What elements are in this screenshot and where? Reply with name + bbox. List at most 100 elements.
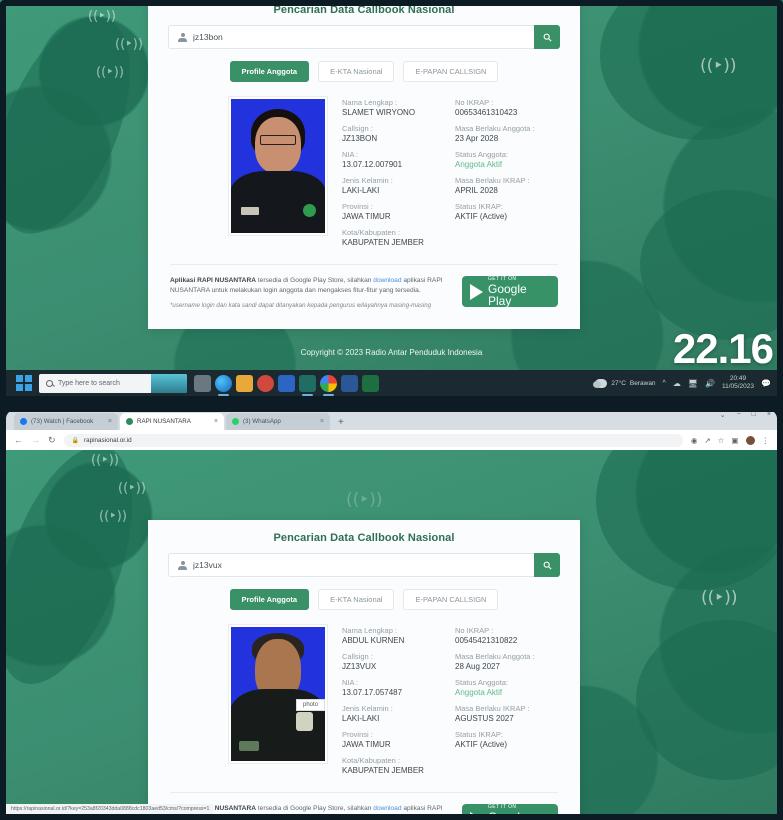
radio-tower-icon: ((‣)) [701,588,738,608]
label-kota: Kota/Kabupaten : [342,756,400,765]
screenshot-root: ((‣)) ((‣)) ((‣)) ((‣)) ((‣)) Pencarian … [0,0,783,820]
search-icon [543,561,552,570]
weather-desc: Berawan [629,379,656,387]
maximize-icon[interactable]: □ [752,411,756,419]
value-callsign: JZ13VUX [342,662,377,671]
profile-avatar[interactable] [745,435,755,445]
user-icon [178,560,187,570]
label-kota: Kota/Kabupaten : [342,228,400,237]
taskbar-icon-task-view[interactable] [194,374,211,392]
browser-tab-rapi-nusantara[interactable]: RAPI NUSANTARA × [120,413,224,430]
radio-tower-icon: ((‣)) [99,509,127,524]
fields-right-column: No IKRAP : 00545421310822 Masa Berlaku A… [455,626,550,782]
callbook-card: Pencarian Data Callbook Nasional jz13vux… [148,520,580,814]
result-tabs: Profile Anggota E-KTA Nasional E-PAPAN C… [148,577,580,610]
browser-tab-facebook[interactable]: (73) Watch | Facebook × [14,413,118,430]
windows-logo-icon[interactable] [16,375,32,391]
search-box[interactable] [168,25,534,49]
search-row [148,25,580,49]
search-row [148,553,580,577]
notification-icon[interactable]: 💬 [761,379,771,388]
chrome-window: (73) Watch | Facebook × RAPI NUSANTARA ×… [6,410,777,814]
search-button[interactable] [534,25,560,49]
chevron-up-icon[interactable]: ^ [663,380,666,387]
bookmark-star-icon[interactable]: ☆ [718,436,725,445]
address-bar[interactable]: 🔒 rapinasional.or.id [63,433,683,447]
promo-text-1: tersedia di Google Play Store, silahkan [255,277,374,284]
promo-text-1: tersedia di Google Play Store, silahkan [255,805,374,812]
label-nama: Nama Lengkap : [342,626,398,635]
close-icon[interactable]: × [214,418,218,425]
tab-title: (73) Watch | Facebook [31,418,94,425]
cortana-icon[interactable] [151,373,187,393]
tab-profile-anggota[interactable]: Profile Anggota [229,589,310,610]
google-play-button[interactable]: GET IT ON Google Play [462,804,558,814]
close-icon[interactable]: × [320,418,324,425]
taskbar-icon-blue-app[interactable] [278,374,295,392]
taskbar-icon-edge[interactable] [215,374,232,396]
search-button[interactable] [534,553,560,577]
tab-epapan-callsign[interactable]: E-PAPAN CALLSIGN [403,589,499,610]
taskbar-icon-file-explorer[interactable] [236,374,253,392]
tab-epapan-callsign[interactable]: E-PAPAN CALLSIGN [403,61,499,82]
taskbar-icon-excel[interactable] [362,374,379,392]
screen-divider [0,396,783,412]
tab-ekta-nasional[interactable]: E-KTA Nasional [318,589,395,610]
taskbar-icon-word[interactable] [341,374,358,392]
facebook-favicon-icon [20,418,27,425]
label-masa-ikrap: Masa Berlaku IKRAP : [455,704,530,713]
tab-profile-anggota[interactable]: Profile Anggota [229,61,310,82]
label-callsign: Callsign : [342,124,373,133]
collapse-icon[interactable]: − [737,411,741,419]
search-icon [46,379,53,387]
share-icon[interactable]: ↗ [704,436,710,445]
taskbar-clock[interactable]: 20:49 11/05/2023 [722,375,754,391]
taskbar-search-box[interactable]: Type here to search [39,373,187,393]
address-bar-url: rapinasional.or.id [84,436,132,444]
value-no-ikrap: 00653461310423 [455,108,518,117]
taskbar-search-placeholder: Type here to search [58,379,120,387]
arrow-right-icon[interactable]: → [31,435,40,445]
taskbar-icon-teal-app[interactable] [299,374,316,396]
arrow-left-icon[interactable]: ← [14,435,23,445]
extension-icon[interactable]: ◉ [691,436,698,445]
reload-icon[interactable]: ↻ [48,435,56,446]
search-box[interactable] [168,553,534,577]
taskbar-icon-chrome[interactable] [320,374,337,396]
value-callsign: JZ13BON [342,134,378,143]
gplay-get-it-on: GET IT ON [488,803,517,810]
weather-temp: 27°C [611,379,626,387]
whatsapp-favicon-icon [232,418,239,425]
kebab-menu-icon[interactable]: ⋮ [762,436,770,445]
taskbar-icon-red-app[interactable] [257,374,274,392]
close-icon[interactable]: × [108,418,112,425]
profile-section: Nama Lengkap : SLAMET WIRYONO Callsign :… [148,82,580,254]
download-link[interactable]: download [373,277,401,284]
minimize-icon[interactable]: ⌄ [720,411,726,419]
toolbar-right-icons: ◉ ↗ ☆ ▣ ⋮ [691,435,770,445]
label-no-ikrap: No IKRAP : [455,626,494,635]
radio-tower-icon: ((‣)) [346,490,383,510]
google-play-button[interactable]: GET IT ON Google Play [462,276,558,307]
google-play-icon [470,811,483,814]
label-status-anggota: Status Anggota: [455,678,508,687]
tab-ekta-nasional[interactable]: E-KTA Nasional [318,61,395,82]
weather-widget[interactable]: 27°C Berawan [593,378,656,388]
fields-right-column: No IKRAP : 00653461310423 Masa Berlaku A… [455,98,550,254]
new-tab-button[interactable]: + [332,417,350,430]
onedrive-icon[interactable]: ☁ [673,379,681,388]
overlay-clock: 22.16 [672,325,774,372]
browser-tab-whatsapp[interactable]: (3) WhatsApp × [226,413,330,430]
radio-tower-icon: ((‣)) [118,481,146,496]
sidepanel-icon[interactable]: ▣ [731,436,738,445]
download-link[interactable]: download [373,805,401,812]
window-controls: ⌄ − □ × [720,411,771,419]
callbook-card: Pencarian Data Callbook Nasional Profile… [148,0,580,330]
search-input[interactable] [193,32,525,42]
app-promo: Aplikasi RAPI NUSANTARA tersedia di Goog… [170,792,558,814]
close-icon[interactable]: × [767,411,771,419]
member-fields: Nama Lengkap : SLAMET WIRYONO Callsign :… [342,96,550,254]
search-input[interactable] [193,560,525,570]
volume-icon[interactable]: 🔊 [705,379,715,388]
network-icon[interactable]: 🖥 [688,379,698,388]
